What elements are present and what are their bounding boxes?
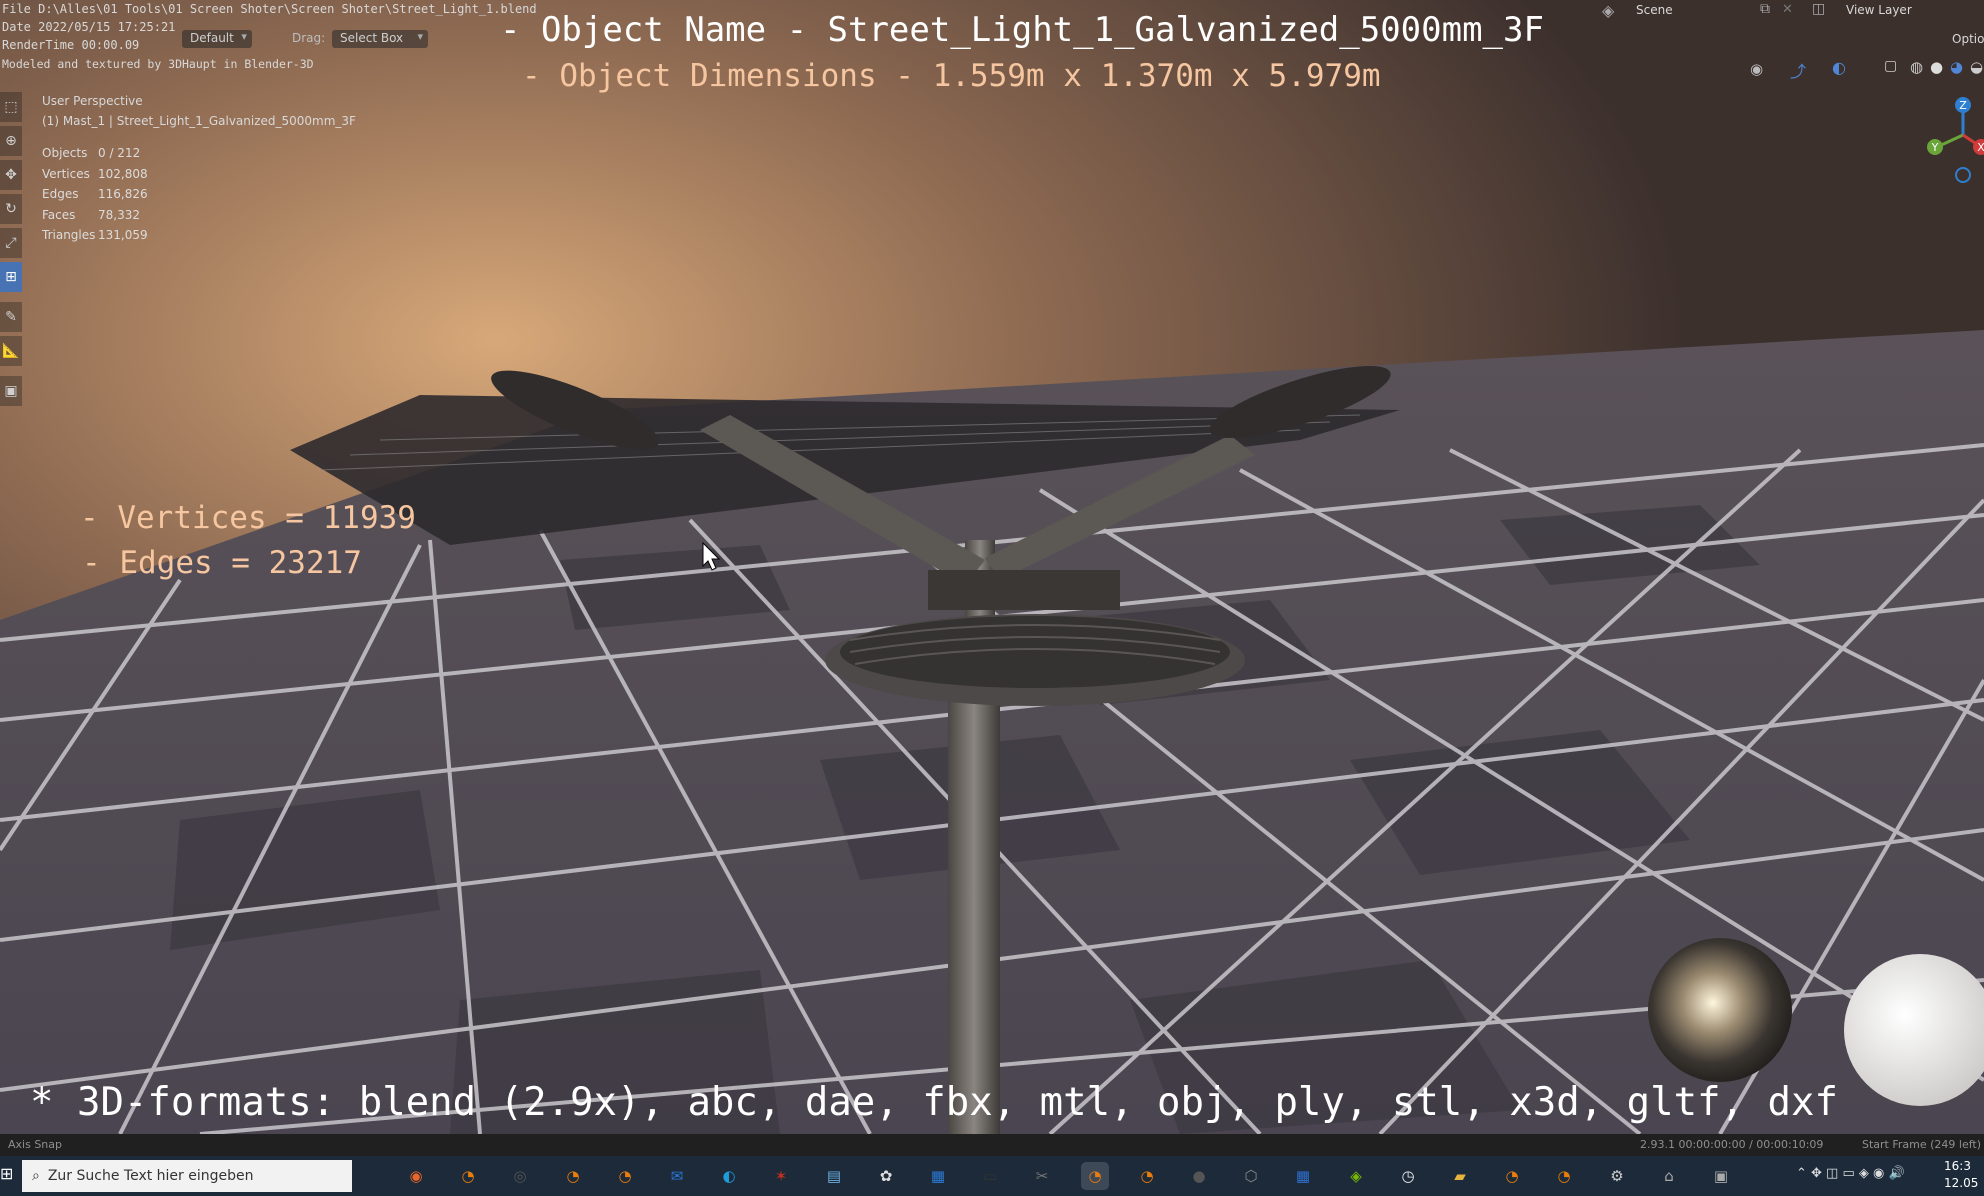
vertices-count-text: - Vertices = 11939 [80,500,416,536]
search-placeholder: Zur Suche Text hier eingeben [47,1168,254,1184]
rotate-tool-icon[interactable]: ↻ [0,194,22,224]
drag-label: Drag: [292,31,326,45]
network-icon[interactable]: ⌂ [1655,1162,1683,1190]
stat-row: Vertices 102,808 [42,166,148,181]
settings-icon[interactable]: ⚙ [1603,1162,1631,1190]
gizmo-y-axis[interactable]: Y [1927,139,1943,155]
gizmo-x-axis[interactable]: X [1973,139,1984,155]
delete-scene-icon[interactable]: ✕ [1782,2,1793,17]
clock[interactable]: 16:3 12.05 [1944,1158,1978,1192]
move-tool-icon[interactable]: ✥ [0,160,22,190]
status-left-text: Axis Snap [8,1138,62,1151]
clock-icon[interactable]: ◷ [1394,1162,1422,1190]
taskbar-search-input[interactable]: ⌕ Zur Suche Text hier eingeben [22,1160,352,1192]
gizmo-neg-z-axis[interactable] [1955,167,1971,183]
gizmo-z-axis[interactable]: Z [1955,97,1971,113]
status-bar: Axis Snap 2.93.1 00:00:00:00 / 00:00:10:… [0,1134,1984,1156]
measure-tool-icon[interactable]: 📐 [0,336,22,366]
options-button[interactable]: Option [1952,32,1984,46]
stat-row: Triangles 131,059 [42,228,148,242]
material-shading-icon[interactable]: ◕ [1950,58,1963,76]
tool-icon[interactable]: ✂ [1028,1162,1056,1190]
store-icon[interactable]: ▦ [924,1162,952,1190]
solid-shading-icon[interactable]: ● [1930,58,1943,76]
terminal-icon[interactable]: ▭ [976,1162,1004,1190]
cursor-tool-icon[interactable]: ⊕ [0,126,22,156]
monitor-icon[interactable]: ▣ [1707,1162,1735,1190]
blender-icon[interactable]: ◔ [1550,1162,1578,1190]
obs-icon[interactable]: ◎ [506,1162,534,1190]
edges-count-text: - Edges = 23217 [82,545,362,581]
blender-icon[interactable]: ◔ [1133,1162,1161,1190]
file-path-text: File D:\Alles\01 Tools\01 Screen Shoter\… [2,2,537,16]
scene-selector[interactable]: Scene [1636,3,1673,17]
nvidia-icon[interactable]: ◈ [1342,1162,1370,1190]
edge-icon[interactable]: ◐ [715,1162,743,1190]
version-time-text: 2.93.1 00:00:00:00 / 00:00:10:09 [1640,1138,1824,1151]
overlay-toggle-icon[interactable]: ◐ [1832,58,1846,77]
3d-viewport[interactable]: File D:\Alles\01 Tools\01 Screen Shoter\… [0,0,1984,1134]
object-dimensions-text: - Object Dimensions - 1.559m x 1.370m x … [522,58,1381,94]
transform-tool-icon[interactable]: ⊞ [0,262,22,292]
search-icon: ⌕ [32,1168,40,1184]
paint-icon[interactable]: ✿ [872,1162,900,1190]
view-layer-selector[interactable]: View Layer [1846,3,1912,17]
scene-statistics: Objects 0 / 212 Vertices 102,808 Edges 116,… [42,146,148,249]
modeled-by-text: Modeled and textured by 3DHaupt in Blend… [2,57,314,71]
windows-taskbar: ⊞ ⌕ Zur Suche Text hier eingeben ◉ ◔ ◎ ◔ ◔ ✉ ◐… [0,1156,1984,1196]
wireframe-shading-icon[interactable]: ◍ [1910,58,1923,76]
scale-tool-icon[interactable]: ⤢ [0,228,22,258]
blender-icon[interactable]: ◔ [1498,1162,1526,1190]
stat-row: Edges 116,826 [42,187,148,201]
rendered-shading-icon[interactable]: ◒ [1970,58,1983,76]
cube-icon[interactable]: ⬡ [1237,1162,1265,1190]
mail-icon[interactable]: ✉ [663,1162,691,1190]
formats-text: * 3D-formats: blend (2.9x), abc, dae, fb… [30,1080,1838,1125]
firefox-icon[interactable]: ◉ [402,1162,430,1190]
add-cube-tool-icon[interactable]: ▣ [0,376,22,406]
app-icon[interactable]: ✶ [767,1162,795,1190]
blender-icon[interactable]: ◔ [611,1162,639,1190]
panda-icon[interactable]: ● [1185,1162,1213,1190]
notes-icon[interactable]: ▤ [820,1162,848,1190]
render-time-text: RenderTime 00:00.09 [2,38,140,52]
view-layer-icon[interactable]: ◫ [1812,1,1825,17]
drag-select-dropdown[interactable]: Select Box [332,30,428,48]
transform-orientation-dropdown[interactable]: Default [182,30,252,48]
tray-icons[interactable]: ⌃ ✥ ◫ ▭ ◈ ◉ 🔊 [1796,1166,1905,1181]
copy-scene-icon[interactable]: ⧉ [1760,1,1770,17]
stat-row: Objects 0 / 212 [42,146,141,160]
object-name-text: - Object Name - Street_Light_1_Galvanize… [500,10,1544,50]
active-object-label: (1) Mast_1 | Street_Light_1_Galvanized_5… [42,114,356,128]
clock-date: 12.05 [1944,1176,1979,1190]
folder-icon[interactable]: ▰ [1446,1162,1474,1190]
clock-time: 16:3 [1944,1159,1971,1173]
calendar-icon[interactable]: ▦ [1289,1162,1317,1190]
start-frame-text: Start Frame (249 left) [1862,1138,1982,1151]
blender-icon[interactable]: ◔ [1081,1162,1109,1190]
start-button-icon[interactable]: ⊞ [0,1164,16,1188]
perspective-label: User Perspective [42,94,143,108]
stat-row: Faces 78,332 [42,207,140,222]
xray-icon[interactable]: ▢ [1884,58,1897,74]
tool-shelf: ⬚ ⊕ ✥ ↻ ⤢ ⊞ ✎ 📐 ▣ [0,92,22,410]
visibility-icon[interactable]: ◉ [1750,60,1763,78]
date-text: Date 2022/05/15 17:25:21 [2,20,176,34]
blender-icon[interactable]: ◔ [454,1162,482,1190]
annotate-tool-icon[interactable]: ✎ [0,302,22,332]
scene-icon[interactable]: ◈ [1602,1,1614,20]
blender-icon[interactable]: ◔ [559,1162,587,1190]
gizmo-toggle-icon[interactable]: ⤴ [1790,58,1806,82]
navigation-gizmo[interactable]: Z Y X [1915,95,1984,190]
select-box-tool-icon[interactable]: ⬚ [0,92,22,122]
